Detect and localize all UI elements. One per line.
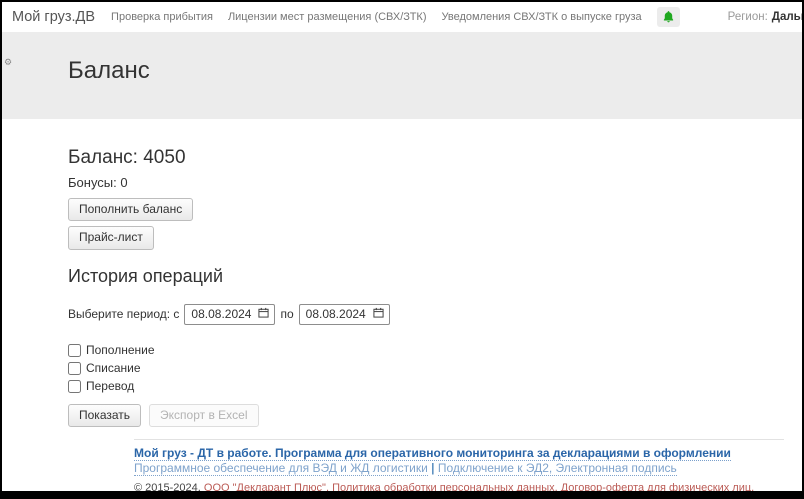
notifications-button[interactable] <box>657 7 680 26</box>
gear-icon[interactable]: ⚙ <box>4 59 12 68</box>
date-from-value: 08.08.2024 <box>191 307 251 321</box>
transfer-checkbox-label: Перевод <box>86 379 134 393</box>
footer-link-offer-individuals[interactable]: Договор-оферта для физических лиц, <box>561 482 754 491</box>
topup-balance-button[interactable]: Пополнить баланс <box>68 198 193 221</box>
show-button[interactable]: Показать <box>68 404 141 427</box>
nav-item-arrival-check[interactable]: Проверка прибытия <box>111 11 213 23</box>
page-title: Баланс <box>2 33 802 85</box>
top-navbar: Мой груз.ДВ Проверка прибытия Лицензии м… <box>2 2 802 33</box>
filter-writeoff: Списание <box>68 361 792 376</box>
footer-link-dt-v-rabote[interactable]: Мой груз - ДТ в работе. Программа для оп… <box>134 446 731 461</box>
page-header: ⚙ Баланс <box>2 33 802 119</box>
export-excel-button[interactable]: Экспорт в Excel <box>149 404 258 427</box>
operation-type-filters: Пополнение Списание Перевод <box>68 343 792 394</box>
nav-item-notifications[interactable]: Уведомления СВХ/ЗТК о выпуске груза <box>442 11 642 23</box>
filter-topup: Пополнение <box>68 343 792 358</box>
transfer-checkbox[interactable] <box>68 380 81 393</box>
filter-transfer: Перевод <box>68 379 792 394</box>
price-list-button[interactable]: Прайс-лист <box>68 226 154 249</box>
date-to-value: 08.08.2024 <box>306 307 366 321</box>
page-footer: Мой груз - ДТ в работе. Программа для оп… <box>134 439 784 491</box>
brand-logo[interactable]: Мой груз.ДВ <box>12 9 95 25</box>
balance-amount: Баланс: 4050 <box>68 147 792 169</box>
period-middle-label: по <box>280 307 293 321</box>
calendar-icon[interactable] <box>258 307 269 321</box>
topup-checkbox-label: Пополнение <box>86 343 155 357</box>
bell-icon <box>663 11 674 26</box>
footer-link-privacy-policy[interactable]: Политика обработки персональных данных, <box>332 482 558 491</box>
footer-link-company[interactable]: ООО "Декларант Плюс", <box>204 482 329 491</box>
nav-item-licenses[interactable]: Лицензии мест размещения (СВХ/ЗТК) <box>228 11 427 23</box>
calendar-icon[interactable] <box>373 307 384 321</box>
period-label: Выберите период: с <box>68 307 179 321</box>
writeoff-checkbox-label: Списание <box>86 361 141 375</box>
writeoff-checkbox[interactable] <box>68 362 81 375</box>
main-content: Баланс: 4050 Бонусы: 0 Пополнить баланс … <box>2 119 802 491</box>
bonus-amount: Бонусы: 0 <box>68 175 792 190</box>
app-window: Мой груз.ДВ Проверка прибытия Лицензии м… <box>2 2 802 491</box>
period-filter-row: Выберите период: с 08.08.2024 по 08.08.2… <box>68 304 792 325</box>
region-value: Дальний Восток (ДВТУ) <box>772 11 802 23</box>
date-to-input[interactable]: 08.08.2024 <box>299 304 390 325</box>
footer-link-software[interactable]: Программное обеспечение для ВЭД и ЖД лог… <box>134 461 428 476</box>
date-from-input[interactable]: 08.08.2024 <box>184 304 275 325</box>
region-label: Регион: <box>728 11 768 23</box>
topup-checkbox[interactable] <box>68 344 81 357</box>
footer-link-ed2[interactable]: Подключение к ЭД2, Электронная подпись <box>438 461 677 476</box>
footer-separator: | <box>431 461 434 475</box>
copyright-text: © 2015-2024, <box>134 482 201 491</box>
history-section-title: История операций <box>68 266 792 287</box>
region-selector[interactable]: Регион: Дальний Восток (ДВТУ) <box>728 11 802 23</box>
actions-row: Показать Экспорт в Excel <box>68 404 792 427</box>
